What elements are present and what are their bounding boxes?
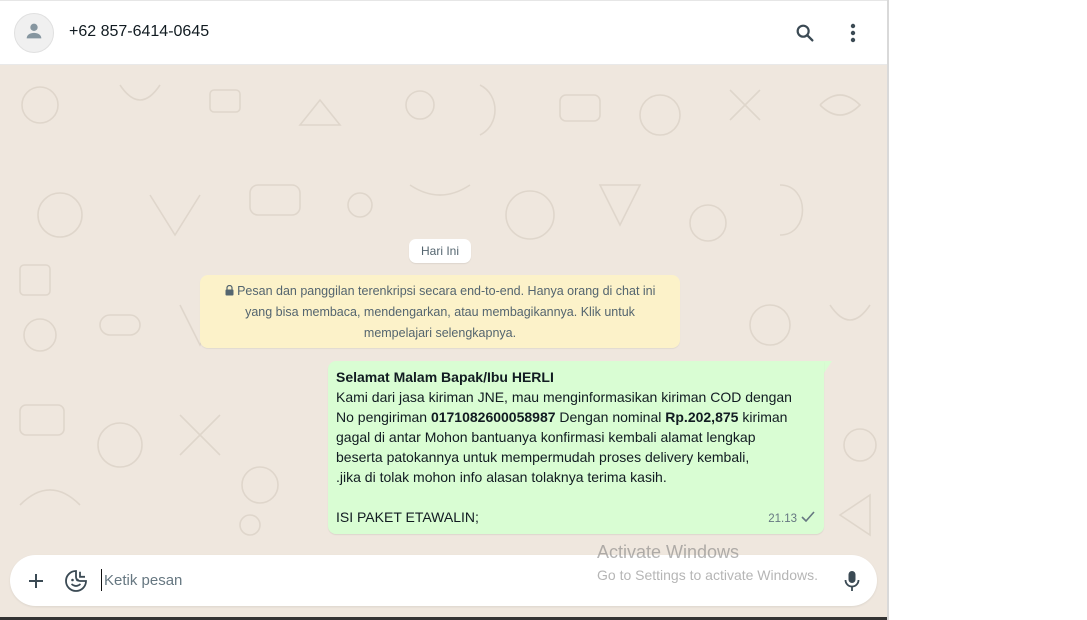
message-input[interactable] [101,569,584,591]
sticker-icon[interactable] [62,567,90,595]
message-line-2: No pengiriman 0171082600058987 Dengan no… [336,409,788,425]
search-icon[interactable] [791,19,819,47]
microphone-icon[interactable] [838,567,866,595]
date-separator: Hari Ini [409,239,471,263]
lock-icon [225,284,234,298]
message-line-3: gagal di antar Mohon bantuanya konfirmas… [336,429,756,445]
contact-avatar[interactable] [14,13,54,53]
encryption-line-3: mempelajari selengkapnya. [363,326,517,340]
tracking-number: 0171082600058987 [430,409,556,425]
chat-header: +62 857-6414-0645 [0,0,887,65]
message-meta: 21.13 [768,509,815,529]
activate-windows-subtitle: Go to Settings to activate Windows. [597,567,818,583]
message-line-6: ISI PAKET ETAWALIN; [336,509,479,525]
cod-amount: Rp.202,875 [665,409,739,425]
message-line-1: Kami dari jasa kiriman JNE, mau menginfo… [336,389,792,405]
single-check-icon [801,509,815,529]
encryption-line-2: yang bisa membaca, mendengarkan, atau me… [245,305,635,319]
message-greeting: Selamat Malam Bapak/Ibu HERLI [336,369,554,385]
contact-name[interactable]: +62 857-6414-0645 [69,23,209,41]
message-area[interactable]: Hari Ini Pesan dan panggilan terenkripsi… [0,65,887,555]
message-line-5: .jika di tolak mohon info alasan tolakny… [336,469,667,485]
more-vertical-icon[interactable] [839,19,867,47]
whatsapp-chat-window: +62 857-6414-0645 Hari Ini Pesan dan pan… [0,0,889,620]
person-icon [23,20,45,47]
activate-windows-title: Activate Windows [597,542,740,562]
message-line-4: beserta patokannya untuk mempermudah pro… [336,449,750,465]
outgoing-message-bubble[interactable]: Selamat Malam Bapak/Ibu HERLI Kami dari … [328,361,824,534]
plus-icon[interactable] [22,567,50,595]
bubble-tail [824,361,832,373]
message-time: 21.13 [768,513,797,525]
encryption-notice[interactable]: Pesan dan panggilan terenkripsi secara e… [200,275,680,348]
encryption-line-1: Pesan dan panggilan terenkripsi secara e… [220,281,660,302]
